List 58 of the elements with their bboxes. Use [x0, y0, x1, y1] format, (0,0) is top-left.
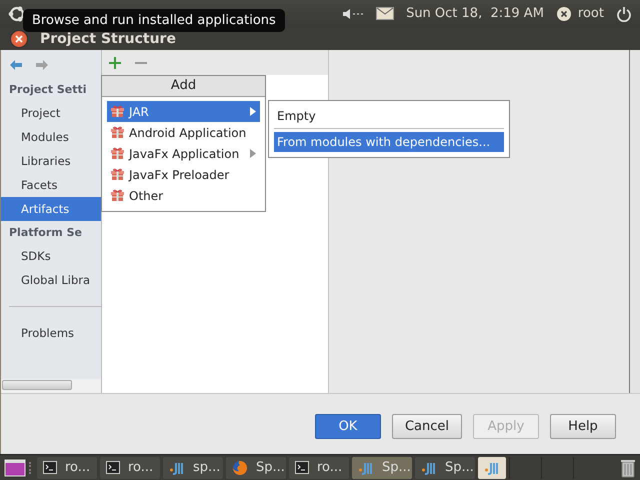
- trash-icon[interactable]: [620, 458, 636, 478]
- idea-app-icon: [484, 460, 500, 474]
- show-desktop-icon[interactable]: [4, 458, 26, 476]
- gift-icon: [111, 168, 124, 181]
- menu-item[interactable]: Other: [107, 185, 260, 206]
- window-title: Project Structure: [40, 30, 176, 46]
- dialog-button[interactable]: Help: [550, 414, 616, 439]
- sidebar-item[interactable]: Libraries: [1, 149, 101, 173]
- menu-item[interactable]: Empty: [274, 106, 504, 126]
- sidebar-item[interactable]: Global Libra: [1, 268, 101, 292]
- idea-app-icon: [169, 460, 185, 474]
- sidebar-item[interactable]: Project: [1, 101, 101, 125]
- idea-app-icon: [421, 460, 437, 474]
- terminal-icon: [295, 461, 309, 474]
- menu-item[interactable]: JavaFx Preloader: [107, 164, 260, 185]
- gift-icon: [111, 147, 124, 160]
- sidebar-item[interactable]: Modules: [1, 125, 101, 149]
- tooltip: Browse and run installed applications: [23, 9, 285, 32]
- taskbar-button[interactable]: ro...: [289, 456, 349, 478]
- taskbar-button[interactable]: ro...: [37, 456, 97, 478]
- taskbar-button[interactable]: Sp...: [352, 456, 412, 478]
- menu-item[interactable]: JAR: [107, 101, 260, 122]
- terminal-icon: [106, 461, 120, 474]
- sidebar-item[interactable]: Artifacts: [1, 197, 101, 221]
- taskbar-button[interactable]: sp...: [163, 456, 223, 478]
- close-button[interactable]: [10, 30, 28, 48]
- gift-icon: [111, 126, 124, 139]
- taskbar-button[interactable]: [478, 456, 506, 478]
- taskbar-button[interactable]: Sp...: [415, 456, 475, 478]
- menu-item[interactable]: From modules with dependencies...: [274, 132, 504, 152]
- section-heading: Platform Se: [8, 225, 83, 241]
- dialog-button[interactable]: Cancel: [392, 414, 462, 439]
- sidebar-item[interactable]: Facets: [1, 173, 101, 197]
- mail-icon[interactable]: [376, 7, 394, 20]
- scrollbar-thumb[interactable]: [2, 380, 72, 390]
- taskbar-button[interactable]: Sp...: [226, 456, 286, 478]
- sidebar-item[interactable]: SDKs: [1, 244, 101, 268]
- user-status-icon[interactable]: [556, 6, 572, 22]
- dialog-button[interactable]: OK: [314, 414, 381, 439]
- gift-icon: [111, 105, 124, 118]
- menu-item[interactable]: Android Application: [107, 122, 260, 143]
- back-arrow-icon[interactable]: [9, 59, 23, 71]
- firefox-icon: [232, 460, 248, 476]
- menu-title: Add: [102, 76, 265, 97]
- sidebar-item[interactable]: Problems: [1, 321, 101, 345]
- menu-item[interactable]: JavaFx Application: [107, 143, 260, 164]
- taskbar-button[interactable]: ro...: [100, 456, 160, 478]
- gift-icon: [111, 189, 124, 202]
- clock[interactable]: Sun Oct 18, 2:19 AM: [406, 6, 544, 21]
- idea-app-icon: [358, 460, 374, 474]
- terminal-icon: [43, 461, 57, 474]
- power-icon[interactable]: [616, 6, 632, 22]
- section-heading: Project Setti: [8, 82, 88, 98]
- add-icon[interactable]: [109, 56, 121, 68]
- ubuntu-logo-icon[interactable]: [8, 4, 26, 22]
- volume-icon[interactable]: [342, 8, 364, 20]
- user-name[interactable]: root: [578, 6, 604, 21]
- close-icon: [14, 34, 24, 44]
